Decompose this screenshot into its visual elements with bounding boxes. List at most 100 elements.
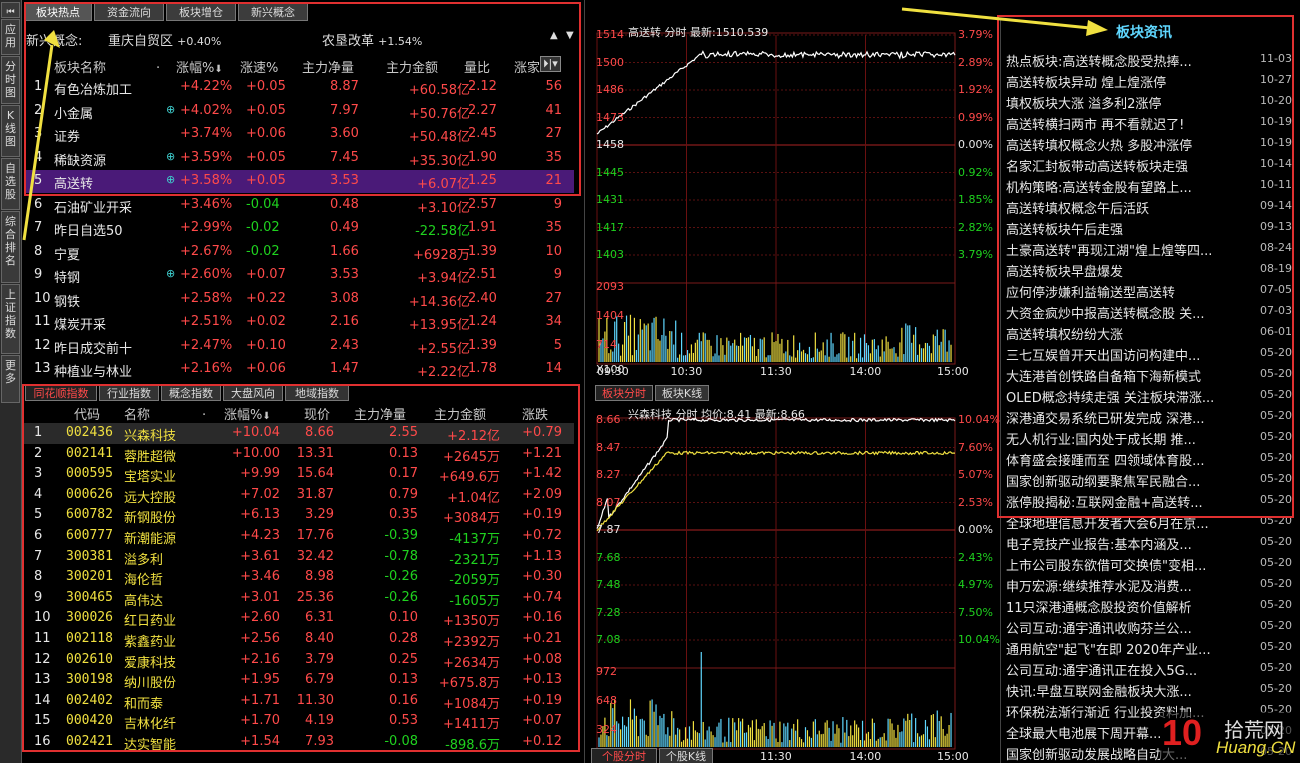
news-item[interactable]: 公司互动:通宇通讯收购芬兰公... 05-20 — [1006, 616, 1296, 637]
chart2-price-tick: 8.07 — [596, 495, 621, 509]
chart2-vol-tick: 972 — [596, 665, 617, 678]
chart2-time-tick: 11:30 — [760, 750, 792, 763]
news-item[interactable]: 深港通交易系统已研发完成 深港... 05-20 — [1006, 406, 1296, 427]
tab-sector-kline[interactable]: 板块K线 — [655, 385, 709, 401]
news-headline: 高送转填权概念午后活跃 — [1006, 202, 1150, 217]
news-item[interactable]: 高送转横扫两市 再不看就迟了! 10-19 — [1006, 112, 1296, 133]
news-item[interactable]: 体育盛会接踵而至 四领域体育股... 05-20 — [1006, 448, 1296, 469]
chart2-price-tick: 7.68 — [596, 550, 621, 564]
news-item[interactable]: 电子竞技产业报告:基本内涵及... 05-20 — [1006, 532, 1296, 553]
news-date: 10-20 — [1260, 94, 1292, 107]
news-item[interactable]: 申万宏源:继续推荐水泥及消费... 05-20 — [1006, 574, 1296, 595]
chart2-vol-tick: 648 — [596, 693, 617, 707]
news-item[interactable]: OLED概念持续走强 关注板块滞涨... 05-20 — [1006, 385, 1296, 406]
news-headline: 大资金疯炒中报高送转概念股 关... — [1006, 307, 1205, 322]
news-date: 10-11 — [1260, 178, 1292, 191]
chart2-price-tick: 7.87 — [596, 523, 621, 536]
chart2-time-tick: 14:00 — [849, 750, 882, 763]
chart1-vol-tick: 2093 — [596, 280, 624, 293]
news-item[interactable]: 大资金疯炒中报高送转概念股 关... 07-03 — [1006, 301, 1296, 322]
chart1-pct-tick: 0.99% — [958, 110, 993, 124]
news-item[interactable]: 应何停涉嫌利益输送型高送转 07-05 — [1006, 280, 1296, 301]
chart1-price-tick: 1486 — [596, 83, 624, 96]
news-date: 05-20 — [1260, 346, 1292, 359]
chart2-title: 兴森科技 分时 均价:8.41 最新:8.66 — [628, 406, 805, 422]
news-date: 10-19 — [1260, 115, 1292, 128]
chart2-name: 兴森科技 — [628, 408, 672, 421]
news-item[interactable]: 通用航空"起飞"在即 2020年产业... 05-20 — [1006, 637, 1296, 658]
chart2-avg-label: 均价: — [701, 408, 727, 421]
tab-stock-intraday[interactable]: 个股分时 — [591, 748, 657, 763]
news-item[interactable]: 国家创新驱动纲要聚焦军民融合... 05-20 — [1006, 469, 1296, 490]
news-date: 05-20 — [1260, 430, 1292, 443]
chart1-time-tick: 14:00 — [849, 365, 882, 378]
news-item[interactable]: 无人机行业:国内处于成长期 推... 05-20 — [1006, 427, 1296, 448]
news-item[interactable]: 快讯:早盘互联网金融板块大涨... 05-20 — [1006, 679, 1296, 700]
news-item[interactable]: 高送转填权纷纷大涨 06-01 — [1006, 322, 1296, 343]
news-item[interactable]: 高送转板块异动 煌上煌涨停 10-27 — [1006, 70, 1296, 91]
chart2-pct-tick: 7.60% — [958, 440, 993, 454]
news-date: 05-20 — [1260, 367, 1292, 380]
news-date: 09-13 — [1260, 220, 1292, 233]
news-headline: 应何停涉嫌利益输送型高送转 — [1006, 286, 1176, 301]
chart1-pct-tick: 0.00% — [958, 138, 993, 151]
chart2-price-tick: 8.66 — [596, 413, 621, 426]
news-item[interactable]: 全球地理信息开发者大会6月在京... 05-20 — [1006, 511, 1296, 532]
news-date: 05-20 — [1260, 619, 1292, 632]
news-item[interactable]: 公司互动:通宇通讯正在投入5G... 05-20 — [1006, 658, 1296, 679]
news-item[interactable]: 高送转板块午后走强 09-13 — [1006, 217, 1296, 238]
chart1-time-tick: 15:00 — [937, 365, 969, 378]
news-date: 08-24 — [1260, 241, 1292, 254]
chart2-pct-tick: 10.04% — [958, 413, 1000, 426]
chart1-pct-tick: 1.92% — [958, 83, 993, 96]
chart2-pct-tick: 2.53% — [958, 495, 993, 509]
chart1-vol-tick: 714 — [596, 337, 617, 351]
chart2-price-tick: 8.27 — [596, 468, 621, 481]
news-headline: 高送转填权概念火热 多股冲涨停 — [1006, 139, 1193, 154]
news-item[interactable]: 三七互娱曾开天出国访问构建中... 05-20 — [1006, 343, 1296, 364]
chart1-pct-tick: 2.89% — [958, 55, 993, 69]
news-item[interactable]: 上市公司股东欲借可交换债"变相... 05-20 — [1006, 553, 1296, 574]
news-date: 05-20 — [1260, 556, 1292, 569]
chart2-pct-tick: 5.07% — [958, 468, 993, 481]
news-date: 05-20 — [1260, 682, 1292, 695]
news-item[interactable]: 热点板块:高送转概念股受热捧... 11-03 — [1006, 49, 1296, 70]
news-item[interactable]: 填权板块大涨 溢多利2涨停 10-20 — [1006, 91, 1296, 112]
news-item[interactable]: 涨停股揭秘:互联网金融+高送转... 05-20 — [1006, 490, 1296, 511]
news-headline: 三七互娱曾开天出国访问构建中... — [1006, 349, 1201, 364]
news-date: 05-20 — [1260, 493, 1292, 506]
news-item[interactable]: 高送转板块早盘爆发 08-19 — [1006, 259, 1296, 280]
chart1-pct-tick: 0.92% — [958, 165, 993, 179]
news-headline: 土豪高送转"再现江湖"煌上煌等四... — [1006, 244, 1213, 259]
news-item[interactable]: 11只深港通概念股投资价值解析 05-20 — [1006, 595, 1296, 616]
news-item[interactable]: 高送转填权概念午后活跃 09-14 — [1006, 196, 1296, 217]
chart1-pct-tick: 3.79% — [958, 248, 993, 261]
chart2-vol-tick: 324 — [596, 722, 617, 736]
news-headline: 名家汇封板带动高送转板块走强 — [1006, 160, 1189, 175]
chart1-price-tick: 1431 — [596, 193, 624, 206]
news-headline: 上市公司股东欲借可交换债"变相... — [1006, 559, 1207, 574]
news-date: 10-27 — [1260, 73, 1292, 86]
news-date: 06-01 — [1260, 325, 1292, 338]
chart2-price-tick: 8.47 — [596, 440, 621, 454]
chart1-vol-tick: 1404 — [596, 308, 624, 322]
news-item[interactable]: 大连港首创铁路自备箱下海新模式 05-20 — [1006, 364, 1296, 385]
news-headline: 大连港首创铁路自备箱下海新模式 — [1006, 370, 1202, 385]
news-headline: 快讯:早盘互联网金融板块大涨... — [1006, 685, 1192, 700]
news-item[interactable]: 土豪高送转"再现江湖"煌上煌等四... 08-24 — [1006, 238, 1296, 259]
news-date: 10-19 — [1260, 136, 1292, 149]
tab-sector-intraday[interactable]: 板块分时 — [595, 385, 653, 401]
chart2-price-tick: 7.08 — [596, 633, 621, 646]
news-headline: 深港通交易系统已研发完成 深港... — [1006, 412, 1205, 427]
chart2-price-tick: 7.48 — [596, 578, 621, 591]
tab-stock-kline[interactable]: 个股K线 — [659, 748, 713, 763]
news-item[interactable]: 高送转填权概念火热 多股冲涨停 10-19 — [1006, 133, 1296, 154]
chart1-price-tick: 1403 — [596, 248, 624, 261]
news-date: 10-14 — [1260, 157, 1292, 170]
news-date: 05-20 — [1260, 598, 1292, 611]
chart2-time-tick: 15:00 — [937, 750, 969, 763]
news-item[interactable]: 名家汇封板带动高送转板块走强 10-14 — [1006, 154, 1296, 175]
news-item[interactable]: 机构策略:高送转金股有望路上... 10-11 — [1006, 175, 1296, 196]
news-headline: 电子竞技产业报告:基本内涵及... — [1006, 538, 1192, 553]
news-headline: 高送转板块午后走强 — [1006, 223, 1124, 238]
